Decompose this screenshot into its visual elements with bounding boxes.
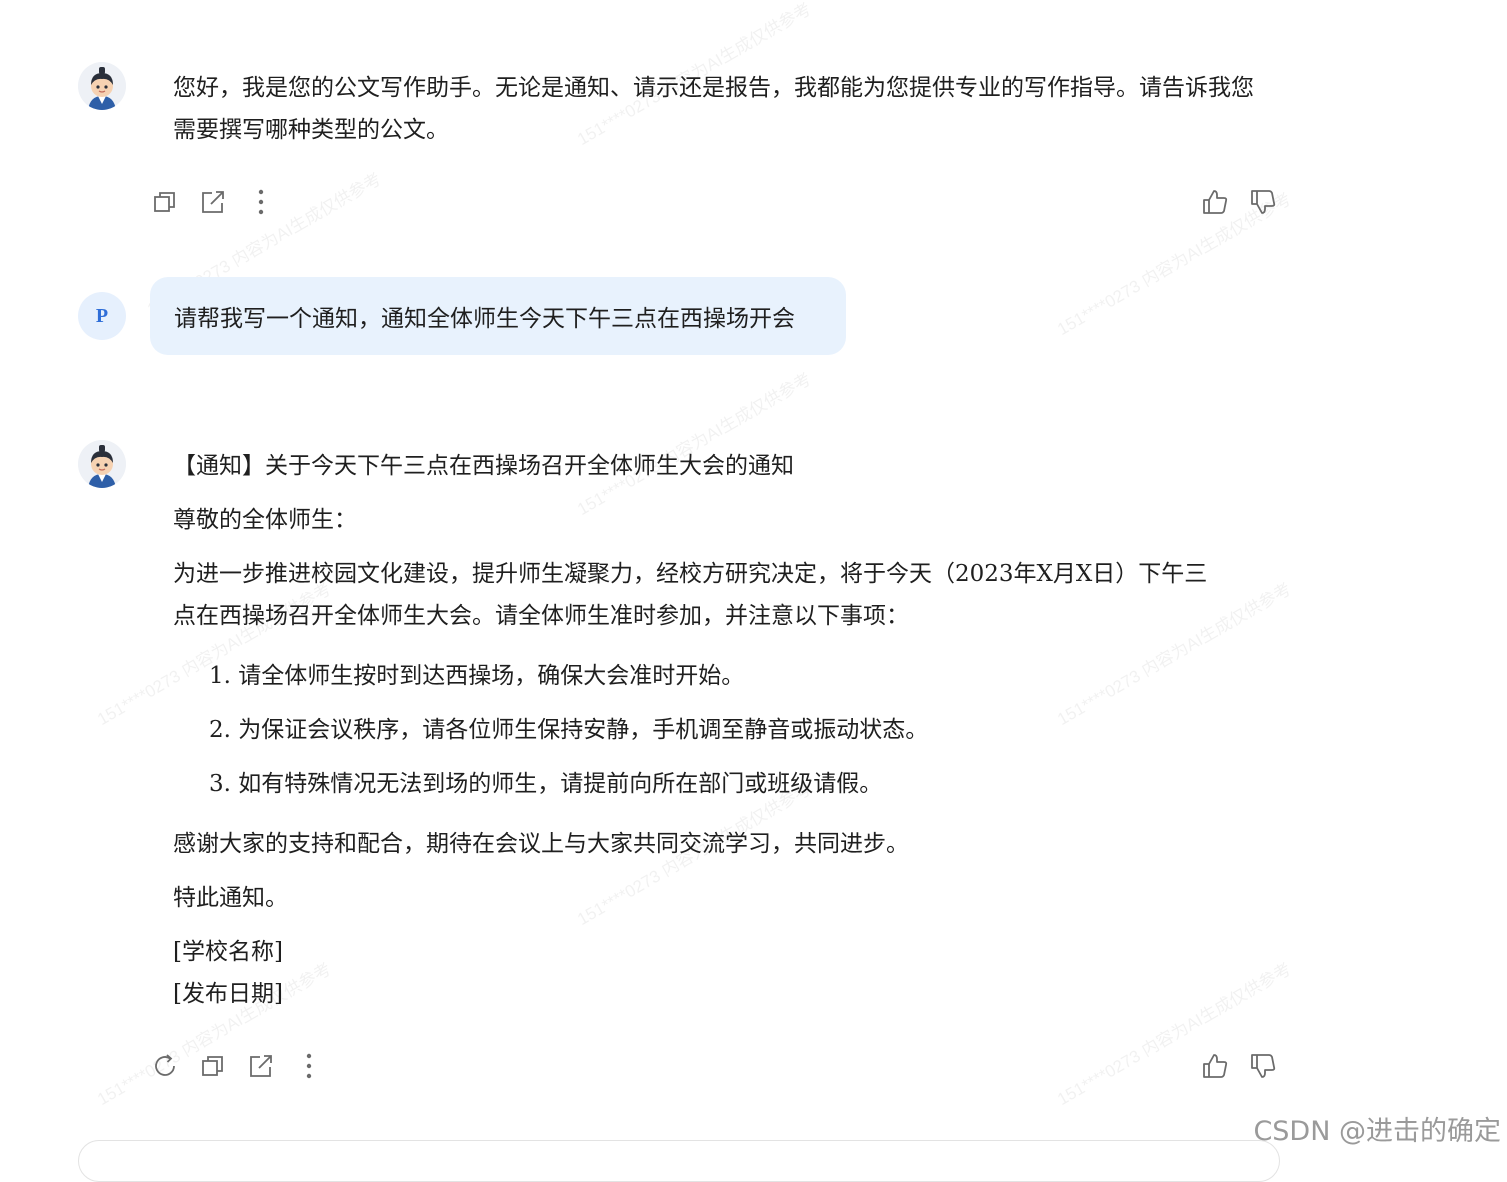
regenerate-icon [155, 1054, 175, 1076]
assistant-avatar-icon [78, 440, 126, 488]
thumbs-down-icon [1251, 1054, 1276, 1078]
notice-salutation: 尊敬的全体师生： [173, 507, 357, 533]
thumbs-down-icon [1251, 190, 1276, 214]
copy-button[interactable] [150, 187, 180, 217]
assistant-avatar [78, 440, 126, 488]
notice-body-line: 为进一步推进校园文化建设，提升师生凝聚力，经校方研究决定，将于今天（2023年X… [173, 561, 1208, 587]
notice-title: 【通知】关于今天下午三点在西操场召开全体师生大会的通知 [173, 453, 794, 479]
notice-body-line: 点在西操场召开全体师生大会。请全体师生准时参加，并注意以下事项： [173, 603, 909, 629]
site-watermark: CSDN @进击的确定 [1253, 1116, 1501, 1147]
watermark-text: 151****0273 内容为AI生成仅供参考 [574, 369, 815, 520]
assistant-avatar [78, 62, 126, 110]
assistant-avatar-icon [78, 62, 126, 110]
share-icon [202, 191, 224, 213]
user-avatar: P [78, 292, 126, 340]
more-button[interactable] [294, 1051, 324, 1081]
notice-date-placeholder: [发布日期] [173, 981, 283, 1007]
thumbs-up-icon [1203, 1054, 1228, 1078]
more-vertical-icon [258, 189, 264, 215]
more-button[interactable] [246, 187, 276, 217]
regenerate-button[interactable] [150, 1051, 180, 1081]
like-button[interactable] [1200, 187, 1230, 217]
dislike-button[interactable] [1248, 1051, 1278, 1081]
watermark-text: 151****0273 内容为AI生成仅供参考 [1054, 579, 1295, 730]
notice-school-placeholder: [学校名称] [173, 939, 283, 965]
copy-icon [154, 192, 175, 212]
watermark-text: 151****0273 内容为AI生成仅供参考 [1054, 959, 1295, 1110]
share-button[interactable] [246, 1051, 276, 1081]
more-vertical-icon [306, 1053, 312, 1079]
notice-closing: 特此通知。 [173, 885, 288, 911]
message-input-box[interactable] [78, 1140, 1280, 1182]
share-button[interactable] [198, 187, 228, 217]
user-message-bubble: 请帮我写一个通知，通知全体师生今天下午三点在西操场开会 [150, 277, 846, 355]
notice-list-item: 2. 为保证会议秩序，请各位师生保持安静，手机调至静音或振动状态。 [209, 717, 929, 743]
notice-list-item: 3. 如有特殊情况无法到场的师生，请提前向所在部门或班级请假。 [209, 771, 883, 797]
copy-icon [202, 1056, 223, 1076]
like-button[interactable] [1200, 1051, 1230, 1081]
notice-list-item: 1. 请全体师生按时到达西操场，确保大会准时开始。 [209, 663, 745, 689]
thumbs-up-icon [1203, 190, 1228, 214]
share-icon [250, 1055, 272, 1077]
copy-button[interactable] [198, 1051, 228, 1081]
notice-thanks: 感谢大家的支持和配合，期待在会议上与大家共同交流学习，共同进步。 [173, 831, 909, 857]
user-message-text: 请帮我写一个通知，通知全体师生今天下午三点在西操场开会 [174, 306, 795, 332]
dislike-button[interactable] [1248, 187, 1278, 217]
assistant-greeting-text: 您好，我是您的公文写作助手。无论是通知、请示还是报告，我都能为您提供专业的写作指… [173, 75, 1254, 143]
